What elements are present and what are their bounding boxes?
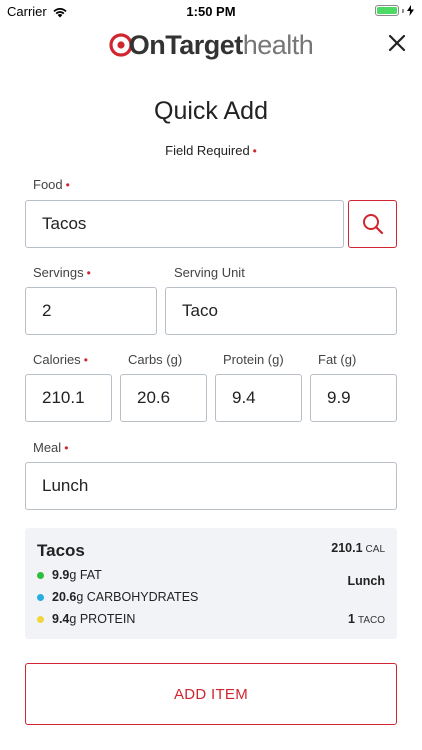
- summary-calories-value: 210.1: [331, 541, 363, 555]
- search-icon: [362, 214, 383, 235]
- page-title: Quick Add: [154, 97, 268, 125]
- food-label: Food •: [33, 177, 70, 192]
- meal-select[interactable]: Lunch: [25, 462, 397, 510]
- calories-label-text: Calories: [33, 352, 81, 367]
- charging-bolt-icon: [407, 5, 414, 16]
- brand-on: On: [128, 30, 166, 60]
- fat-value: 9.9: [327, 388, 351, 407]
- carbs-value: 20.6: [137, 388, 171, 407]
- meal-value: Lunch: [42, 476, 89, 495]
- servings-value: 2: [42, 301, 52, 320]
- summary-calories-unit: CAL: [365, 544, 385, 555]
- protein-input[interactable]: 9.4: [215, 374, 302, 422]
- close-button[interactable]: [386, 32, 408, 54]
- protein-name: PROTEIN: [79, 612, 136, 626]
- battery-indicator: [375, 5, 414, 16]
- battery-icon: [375, 5, 399, 16]
- food-required-marker: •: [65, 178, 70, 192]
- fat-input[interactable]: 9.9: [310, 374, 397, 422]
- required-note-text: Field Required: [165, 143, 250, 158]
- carbs-label: Carbs (g): [128, 352, 183, 367]
- fat-name: FAT: [79, 568, 102, 582]
- calories-label: Calories •: [33, 352, 88, 367]
- carbs-dot-icon: [37, 593, 44, 601]
- meal-required-marker: •: [64, 441, 69, 455]
- brand-wordmark: OnTargethealth: [129, 30, 314, 60]
- summary-macro-fat: 9.9 g FAT: [37, 568, 102, 582]
- summary-macro-protein: 9.4 g PROTEIN: [37, 612, 135, 626]
- servings-label: Servings •: [33, 265, 91, 280]
- servings-label-text: Servings: [33, 265, 84, 280]
- brand-health: health: [242, 30, 314, 60]
- summary-food-name: Tacos: [37, 541, 85, 560]
- fat-unit: g: [69, 568, 77, 582]
- protein-dot-icon: [37, 615, 44, 623]
- brand-logo: OnTargethealth: [0, 30, 422, 60]
- add-item-button[interactable]: ADD ITEM: [25, 663, 397, 725]
- serving-unit-label: Serving Unit: [174, 265, 245, 280]
- summary-meal: Lunch: [347, 574, 386, 588]
- meal-label-text: Meal: [33, 440, 62, 455]
- protein-unit: g: [69, 612, 77, 626]
- food-value: Tacos: [42, 214, 87, 233]
- serving-unit-value: Taco: [182, 301, 218, 320]
- summary-serving-count: 1: [348, 612, 355, 626]
- app-header: OnTargethealth: [0, 24, 422, 66]
- carbs-input[interactable]: 20.6: [120, 374, 207, 422]
- protein-label: Protein (g): [223, 352, 284, 367]
- summary-serving-unit: TACO: [357, 615, 385, 626]
- carbs-unit: g: [76, 590, 84, 604]
- food-label-text: Food: [33, 177, 63, 192]
- servings-required-marker: •: [86, 266, 91, 280]
- protein-amount: 9.4: [52, 612, 70, 626]
- fat-amount: 9.9: [52, 568, 70, 582]
- calories-value: 210.1: [42, 388, 85, 407]
- serving-unit-input[interactable]: Taco: [165, 287, 397, 335]
- summary-macro-carbs: 20.6 g CARBOHYDRATES: [37, 590, 198, 604]
- required-marker: •: [252, 144, 257, 158]
- food-search-button[interactable]: [348, 200, 397, 248]
- brand-target: Target: [165, 30, 243, 60]
- summary-serving: 1 TACO: [348, 612, 385, 626]
- carbs-name: CARBOHYDRATES: [86, 590, 199, 604]
- protein-value: 9.4: [232, 388, 256, 407]
- meal-label: Meal •: [33, 440, 68, 455]
- status-time: 1:50 PM: [186, 4, 236, 19]
- food-input[interactable]: Tacos: [25, 200, 344, 248]
- calories-required-marker: •: [83, 353, 88, 367]
- carbs-amount: 20.6: [52, 590, 77, 604]
- status-bar: Carrier 1:50 PM: [0, 0, 422, 22]
- required-note: Field Required •: [0, 143, 422, 158]
- fat-dot-icon: [37, 571, 44, 579]
- summary-calories: 210.1 CAL: [331, 541, 385, 555]
- food-summary-card: Tacos 9.9 g FAT 20.6 g CARBOHYDRATES 9.4 g …: [25, 528, 397, 639]
- calories-input[interactable]: 210.1: [25, 374, 112, 422]
- servings-input[interactable]: 2: [25, 287, 157, 335]
- close-icon: [388, 34, 406, 52]
- fat-label: Fat (g): [318, 352, 357, 367]
